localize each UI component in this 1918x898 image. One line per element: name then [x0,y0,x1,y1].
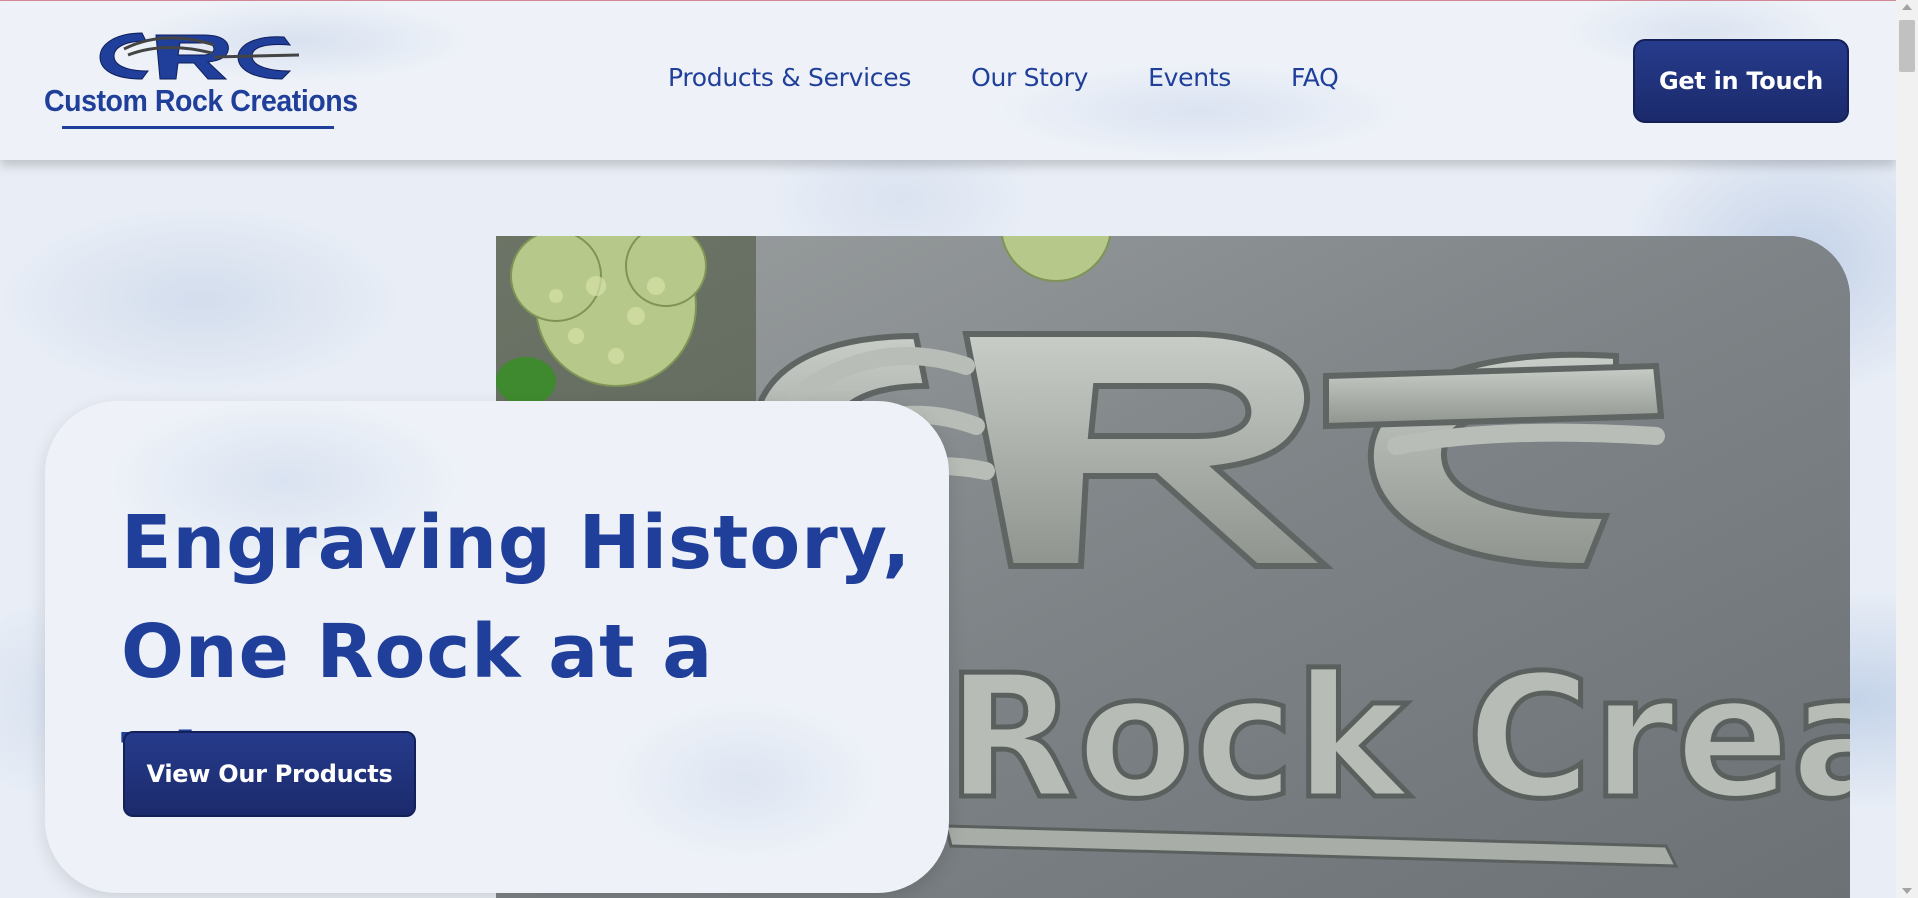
hero-card: Engraving History, One Rock at a Time Vi… [45,401,949,893]
scroll-up-arrow-icon[interactable] [1902,4,1912,10]
vertical-scrollbar[interactable] [1896,0,1918,898]
scroll-thumb[interactable] [1899,20,1915,72]
brand-name: Custom Rock Creations [44,83,358,118]
main-nav: Products & Services Our Story Events FAQ [668,63,1399,92]
nav-item-products-services[interactable]: Products & Services [668,63,911,92]
site-logo[interactable]: Custom Rock Creations [44,27,358,133]
brand-underline [62,126,334,129]
site-header: Custom Rock Creations Products & Service… [0,1,1896,160]
nav-item-faq[interactable]: FAQ [1291,63,1339,92]
nav-item-events[interactable]: Events [1148,63,1231,92]
scroll-down-arrow-icon[interactable] [1902,888,1912,894]
hero-title-line-1: Engraving History, [121,500,912,586]
engraved-text: Rock Creations [946,639,1850,837]
nav-item-our-story[interactable]: Our Story [971,63,1088,92]
view-our-products-button[interactable]: View Our Products [123,731,416,817]
crc-logo-mark-icon [99,32,300,80]
get-in-touch-button[interactable]: Get in Touch [1633,39,1849,123]
